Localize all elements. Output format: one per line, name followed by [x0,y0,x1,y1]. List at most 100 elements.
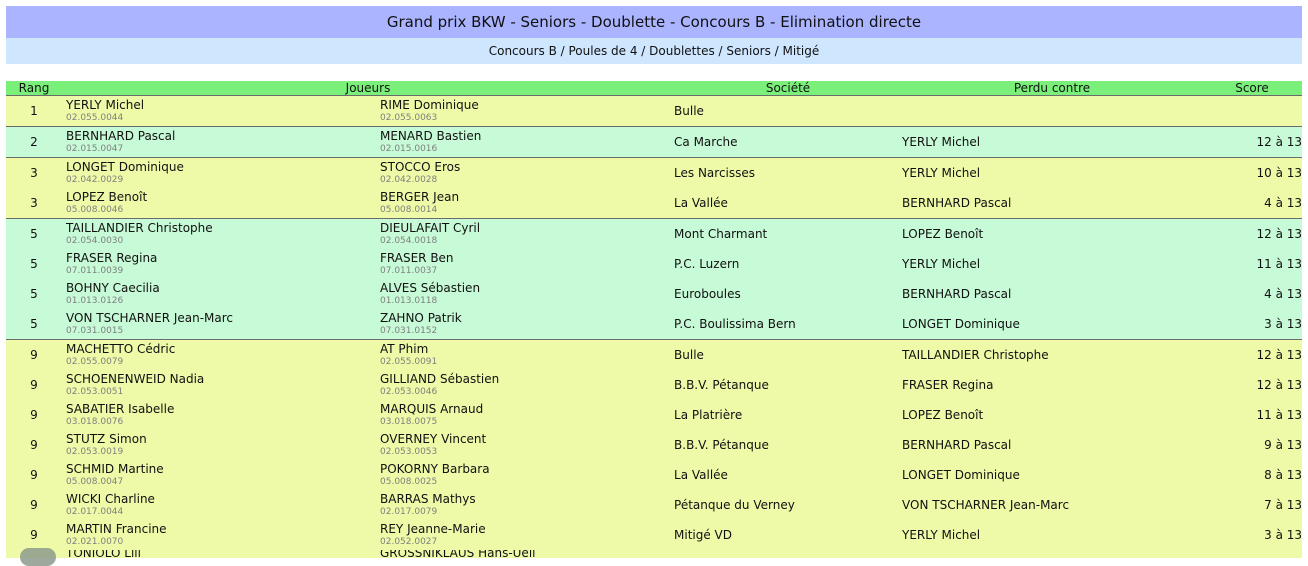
player-1-cell: TAILLANDIER Christophe 02.054.0030 [62,218,376,249]
player-name[interactable]: MENARD Bastien [376,129,674,143]
player-1-cell: BOHNY Caecilia 01.013.0126 [62,279,376,309]
license-number: 02.015.0047 [66,144,124,154]
license-number: 07.031.0015 [66,326,124,336]
player-name[interactable]: BOHNY Caecilia [62,281,376,295]
player-name[interactable]: BERNHARD Pascal [62,129,376,143]
rank-cell: 9 [6,400,62,430]
player-name[interactable]: POKORNY Barbara [376,462,674,476]
rank-cell: 9 [6,339,62,370]
player-2-cell: FRASER Ben 07.011.0037 [376,249,675,279]
table-row[interactable]: 5 BOHNY Caecilia 01.013.0126 ALVES Sébast… [6,279,1303,309]
club-cell: Bulle [674,95,903,127]
player-name[interactable]: AT Phim [376,342,674,356]
table-row[interactable]: 5 TAILLANDIER Christophe 02.054.0030 DIEU… [6,218,1303,249]
player-name[interactable]: REY Jeanne-Marie [376,522,674,536]
table-row[interactable]: 9 SCHMID Martine 05.008.0047 POKORNY Barb… [6,460,1303,490]
player-2-cell: REY Jeanne-Marie 02.052.0027 [376,520,675,550]
player-name[interactable]: GROSSNIKLAUS Hans-Ueli [380,550,535,558]
lost-to-cell: LONGET Dominique [902,460,1203,490]
rank-cell: 9 [6,370,62,400]
column-header-club[interactable]: Société [674,81,903,96]
table-row[interactable]: 9 MARTIN Francine 02.021.0070 REY Jeanne-… [6,520,1303,550]
player-name[interactable]: YERLY Michel [62,98,376,112]
column-header-players[interactable]: Joueurs [62,81,675,96]
club-cell: Euroboules [674,279,903,309]
floating-action-button[interactable] [20,548,56,566]
player-name[interactable]: LONGET Dominique [62,160,376,174]
player-1-cell: MACHETTO Cédric 02.055.0079 [62,339,376,370]
license-number: 02.015.0016 [380,144,438,154]
license-number: 07.031.0152 [380,326,438,336]
player-name[interactable]: SCHOENENWEID Nadia [62,372,376,386]
table-row[interactable]: 5 VON TSCHARNER Jean-Marc 07.031.0015 ZAH… [6,309,1303,340]
column-header-score[interactable]: Score [1202,81,1303,96]
column-header-lost-to[interactable]: Perdu contre [902,81,1203,96]
lost-to-cell: LOPEZ Benoît [902,400,1203,430]
table-row[interactable]: 5 FRASER Regina 07.011.0039 FRASER Ben 07.… [6,249,1303,279]
license-number: 05.008.0046 [66,205,124,215]
player-name[interactable]: BARRAS Mathys [376,492,674,506]
rank-cell: 9 [6,430,62,460]
player-2-cell: ZAHNO Patrik 07.031.0152 [376,309,675,340]
lost-to-cell: BERNHARD Pascal [902,279,1203,309]
player-2-cell: POKORNY Barbara 05.008.0025 [376,460,675,490]
player-name[interactable]: RIME Dominique [376,98,674,112]
player-name[interactable]: GILLIAND Sébastien [376,372,674,386]
license-number: 02.052.0027 [380,537,438,547]
player-name[interactable]: ALVES Sébastien [376,281,674,295]
player-2-cell: MENARD Bastien 02.015.0016 [376,126,675,158]
player-name[interactable]: TAILLANDIER Christophe [62,221,376,235]
player-name[interactable]: VON TSCHARNER Jean-Marc [62,311,376,325]
player-name[interactable]: MARQUIS Arnaud [376,402,674,416]
license-number: 03.018.0076 [66,417,124,427]
lost-to-cell: LONGET Dominique [902,309,1203,340]
player-name[interactable]: ZAHNO Patrik [376,311,674,325]
player-name[interactable]: MARTIN Francine [62,522,376,536]
player-2-cell: AT Phim 02.055.0091 [376,339,675,370]
table-row[interactable]: 1 YERLY Michel 02.055.0044 RIME Dominique… [6,95,1303,127]
table-row[interactable]: 3 LOPEZ Benoît 05.008.0046 BERGER Jean 05.… [6,188,1303,219]
player-2-cell: OVERNEY Vincent 02.053.0053 [376,430,675,460]
score-cell: 11 à 13 [1202,249,1303,279]
table-row[interactable]: 9 WICKI Charline 02.017.0044 BARRAS Mathy… [6,490,1303,520]
player-name[interactable]: STOCCO Eros [376,160,674,174]
table-row[interactable]: 9 STUTZ Simon 02.053.0019 OVERNEY Vincent… [6,430,1303,460]
player-name[interactable]: SCHMID Martine [62,462,376,476]
player-1-cell: SCHOENENWEID Nadia 02.053.0051 [62,370,376,400]
table-row[interactable]: 9 MACHETTO Cédric 02.055.0079 AT Phim 02.0… [6,339,1303,370]
club-cell: Bulle [674,339,903,370]
table-row[interactable]: 2 BERNHARD Pascal 02.015.0047 MENARD Bast… [6,126,1303,158]
lost-to-cell: YERLY Michel [902,157,1203,188]
player-name[interactable]: WICKI Charline [62,492,376,506]
table-row-partial[interactable]: TONIOLO Lili GROSSNIKLAUS Hans-Ueli [6,550,1302,558]
page-title: Grand prix BKW - Seniors - Doublette - C… [6,6,1302,38]
license-number: 02.042.0029 [66,175,124,185]
rank-cell: 5 [6,309,62,340]
player-name[interactable]: DIEULAFAIT Cyril [376,221,674,235]
player-name[interactable]: MACHETTO Cédric [62,342,376,356]
player-name[interactable]: LOPEZ Benoît [62,190,376,204]
table-row[interactable]: 3 LONGET Dominique 02.042.0029 STOCCO Ero… [6,157,1303,188]
table-row[interactable]: 9 SCHOENENWEID Nadia 02.053.0051 GILLIAND… [6,370,1303,400]
lost-to-cell: LOPEZ Benoît [902,218,1203,249]
player-2-cell: STOCCO Eros 02.042.0028 [376,157,675,188]
score-cell [1202,95,1303,127]
player-2-cell: BARRAS Mathys 02.017.0079 [376,490,675,520]
score-cell: 7 à 13 [1202,490,1303,520]
player-name[interactable]: TONIOLO Lili [66,550,141,558]
player-name[interactable]: SABATIER Isabelle [62,402,376,416]
club-cell: La Platrière [674,400,903,430]
player-name[interactable]: FRASER Ben [376,251,674,265]
score-cell: 3 à 13 [1202,309,1303,340]
player-name[interactable]: OVERNEY Vincent [376,432,674,446]
club-cell: B.B.V. Pétanque [674,430,903,460]
player-name[interactable]: FRASER Regina [62,251,376,265]
license-number: 02.055.0063 [380,113,438,123]
player-1-cell: WICKI Charline 02.017.0044 [62,490,376,520]
license-number: 02.053.0019 [66,447,124,457]
player-name[interactable]: BERGER Jean [376,190,674,204]
club-cell: Pétanque du Verney [674,490,903,520]
table-row[interactable]: 9 SABATIER Isabelle 03.018.0076 MARQUIS A… [6,400,1303,430]
column-header-rank[interactable]: Rang [6,81,62,96]
player-name[interactable]: STUTZ Simon [62,432,376,446]
